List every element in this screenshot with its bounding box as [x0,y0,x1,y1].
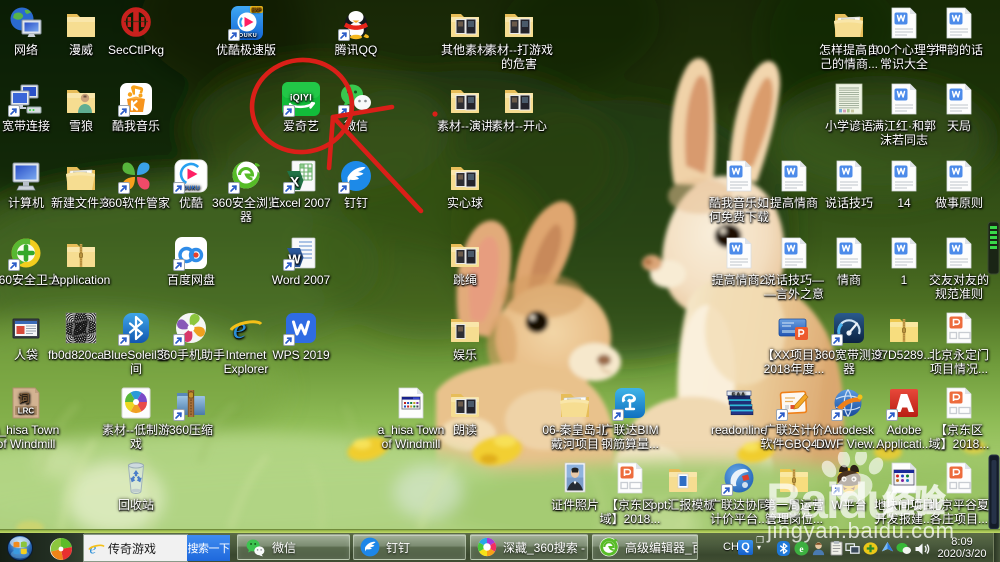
svg-text:EXP: EXP [251,7,262,13]
svg-text:CAA: CAA [732,391,746,396]
svg-text:iQIYI: iQIYI [290,93,312,103]
svg-text:OUKU: OUKU [183,186,200,192]
svg-text:e: e [799,545,803,555]
svg-text:e: e [233,312,246,345]
svg-text:词: 词 [19,392,30,405]
svg-text:OUKU: OUKU [239,33,257,39]
svg-text:经验: 经验 [883,484,945,519]
svg-text:LRC: LRC [18,407,35,416]
